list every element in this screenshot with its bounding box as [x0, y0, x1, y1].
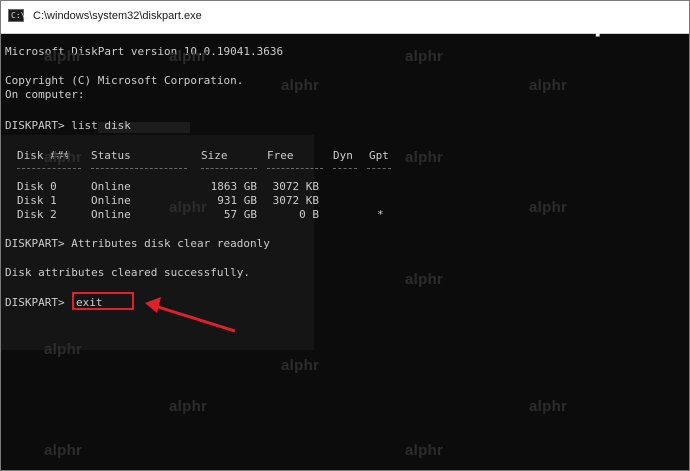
command-attributes: DISKPART> Attributes disk clear readonly	[5, 237, 270, 250]
header-free: Free	[267, 149, 294, 162]
cmd-icon-glyph: C:\	[11, 11, 26, 20]
watermark-text: alphr	[44, 442, 83, 459]
header-dyn: Dyn	[333, 149, 353, 162]
header-size: Size	[201, 149, 228, 162]
window-title: C:\windows\system32\diskpart.exe	[33, 10, 202, 22]
arrow-icon	[145, 297, 236, 333]
watermark-text: alphr	[169, 48, 208, 65]
table-row-2-gpt: *	[377, 208, 384, 221]
separator-status	[91, 168, 187, 170]
watermark-text: alphr	[44, 341, 83, 358]
command-list-disk: DISKPART> list disk	[5, 119, 131, 132]
alphr-logo-icon	[540, 12, 564, 32]
watermark-text: alphr	[281, 77, 320, 94]
table-row-2-size: 57 GB	[223, 208, 257, 221]
logo-domain: .com	[653, 19, 682, 33]
table-row-1-size: 931 GB	[217, 194, 257, 207]
logo-name: Alphr	[568, 7, 637, 37]
watermark-text: alphr	[405, 442, 444, 459]
watermark-text: alphr	[169, 398, 208, 415]
separator-free	[267, 168, 323, 170]
result-line: Disk attributes cleared successfully.	[5, 266, 251, 279]
table-row-0-disk: Disk 0	[17, 180, 57, 193]
separator-disk	[17, 168, 81, 170]
table-row-2-free: 0 B	[299, 208, 319, 221]
watermark-text: alphr	[44, 149, 83, 166]
watermark-text: alphr	[405, 149, 444, 166]
cmd-icon: C:\	[8, 9, 26, 22]
computer-label: On computer:	[5, 88, 85, 101]
table-row-1-status: Online	[91, 194, 131, 207]
copyright-line: Copyright (C) Microsoft Corporation.	[5, 74, 244, 87]
console-window: C:\ C:\windows\system32\diskpart.exe Mic…	[0, 0, 690, 471]
separator-dyn	[333, 168, 357, 170]
table-row-0-status: Online	[91, 180, 131, 193]
prompt-label: DISKPART>	[5, 296, 65, 309]
separator-size	[201, 168, 257, 170]
watermark-text: alphr	[405, 48, 444, 65]
table-row-2-disk: Disk 2	[17, 208, 57, 221]
header-status: Status	[91, 149, 131, 162]
watermark-text: alphr	[281, 357, 320, 374]
table-row-0-size: 1863 GB	[210, 180, 257, 193]
exit-highlight-box	[72, 292, 134, 310]
watermark-text: alphr	[405, 271, 444, 288]
watermark-text: alphr	[44, 48, 83, 65]
console-output[interactable]: Microsoft DiskPart version 10.0.19041.36…	[1, 34, 689, 470]
watermark-text: alphr	[529, 199, 568, 216]
header-gpt: Gpt	[369, 149, 389, 162]
watermark-text: alphr	[529, 77, 568, 94]
table-row-2-status: Online	[91, 208, 131, 221]
table-row-0-free: 3072 KB	[272, 180, 319, 193]
watermark-text: alphr	[169, 199, 208, 216]
table-row-1-disk: Disk 1	[17, 194, 57, 207]
table-row-1-free: 3072 KB	[272, 194, 319, 207]
separator-gpt	[367, 168, 391, 170]
watermark-text: alphr	[529, 398, 568, 415]
